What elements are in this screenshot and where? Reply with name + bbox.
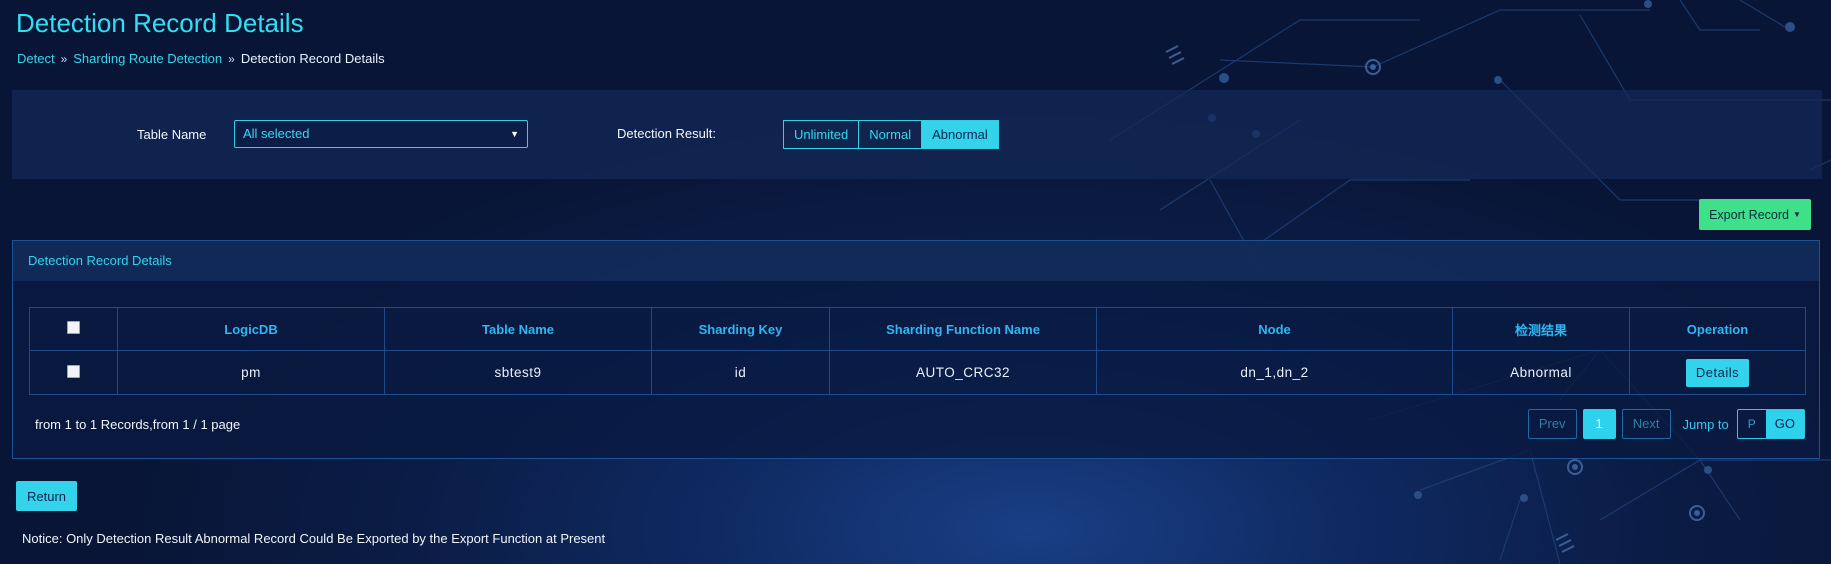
breadcrumb-detect[interactable]: Detect <box>17 51 55 66</box>
caret-down-icon: ▼ <box>1792 210 1801 219</box>
filter-panel: Table Name All selected ▼ Detection Resu… <box>12 90 1822 179</box>
page-number-input[interactable] <box>1737 410 1766 438</box>
jump-to-label: Jump to <box>1682 416 1729 432</box>
page-title: Detection Record Details <box>16 8 304 38</box>
table-row: pm sbtest9 id AUTO_CRC32 dn_1,dn_2 Abnor… <box>29 350 1806 395</box>
header-sharding-key: Sharding Key <box>651 307 830 351</box>
table-header-row: LogicDB Table Name Sharding Key Sharding… <box>29 307 1806 351</box>
cell-result: Abnormal <box>1452 350 1630 395</box>
next-page-button[interactable]: Next <box>1621 409 1671 439</box>
header-table-name: Table Name <box>384 307 652 351</box>
detection-result-abnormal[interactable]: Abnormal <box>921 120 999 149</box>
header-logicdb: LogicDB <box>117 307 385 351</box>
header-operation: Operation <box>1629 307 1806 351</box>
double-chevron-right-icon: » <box>60 51 68 66</box>
detection-result-label: Detection Result: <box>617 126 716 141</box>
select-all-cell <box>29 307 118 351</box>
select-all-checkbox[interactable] <box>67 321 80 334</box>
table-name-select-value: All selected <box>243 126 310 141</box>
return-button[interactable]: Return <box>16 481 77 511</box>
cell-operation: Details <box>1629 350 1806 395</box>
header-sharding-function-name: Sharding Function Name <box>829 307 1097 351</box>
detection-result-toggle: Unlimited Normal Abnormal <box>783 120 999 149</box>
export-notice: Notice: Only Detection Result Abnormal R… <box>22 531 606 546</box>
export-record-label: Export Record <box>1709 207 1789 222</box>
prev-page-button[interactable]: Prev <box>1527 409 1577 439</box>
cell-node: dn_1,dn_2 <box>1096 350 1453 395</box>
detection-result-unlimited[interactable]: Unlimited <box>783 120 859 149</box>
table-name-select[interactable]: All selected ▼ <box>234 120 528 148</box>
breadcrumb: Detect » Sharding Route Detection » Dete… <box>17 51 385 66</box>
details-button[interactable]: Details <box>1685 358 1750 387</box>
breadcrumb-sharding-route-detection[interactable]: Sharding Route Detection <box>73 51 222 66</box>
pagination: Prev 1 Next Jump to GO <box>1527 409 1805 439</box>
header-detection-result: 检测结果 <box>1452 307 1630 351</box>
cell-sharding-function: AUTO_CRC32 <box>829 350 1097 395</box>
double-chevron-right-icon: » <box>228 51 235 66</box>
card-title: Detection Record Details <box>13 241 1819 281</box>
detection-result-normal[interactable]: Normal <box>858 120 922 149</box>
caret-down-icon: ▼ <box>510 129 519 139</box>
cell-logicdb: pm <box>117 350 385 395</box>
jump-to-control: GO <box>1736 409 1805 439</box>
current-page-button[interactable]: 1 <box>1582 409 1616 439</box>
records-table: LogicDB Table Name Sharding Key Sharding… <box>29 307 1806 395</box>
pagination-info: from 1 to 1 Records,from 1 / 1 page <box>35 417 241 432</box>
breadcrumb-current: Detection Record Details <box>240 51 385 66</box>
header-node: Node <box>1096 307 1453 351</box>
go-button[interactable]: GO <box>1765 410 1804 438</box>
row-select-cell <box>29 350 118 395</box>
export-record-button[interactable]: Export Record ▼ <box>1699 199 1811 230</box>
row-checkbox[interactable] <box>67 364 80 378</box>
cell-sharding-key: id <box>651 350 830 395</box>
records-card: Detection Record Details LogicDB Table N… <box>12 240 1820 459</box>
cell-table-name: sbtest9 <box>384 350 652 395</box>
table-name-label: Table Name <box>137 127 207 142</box>
